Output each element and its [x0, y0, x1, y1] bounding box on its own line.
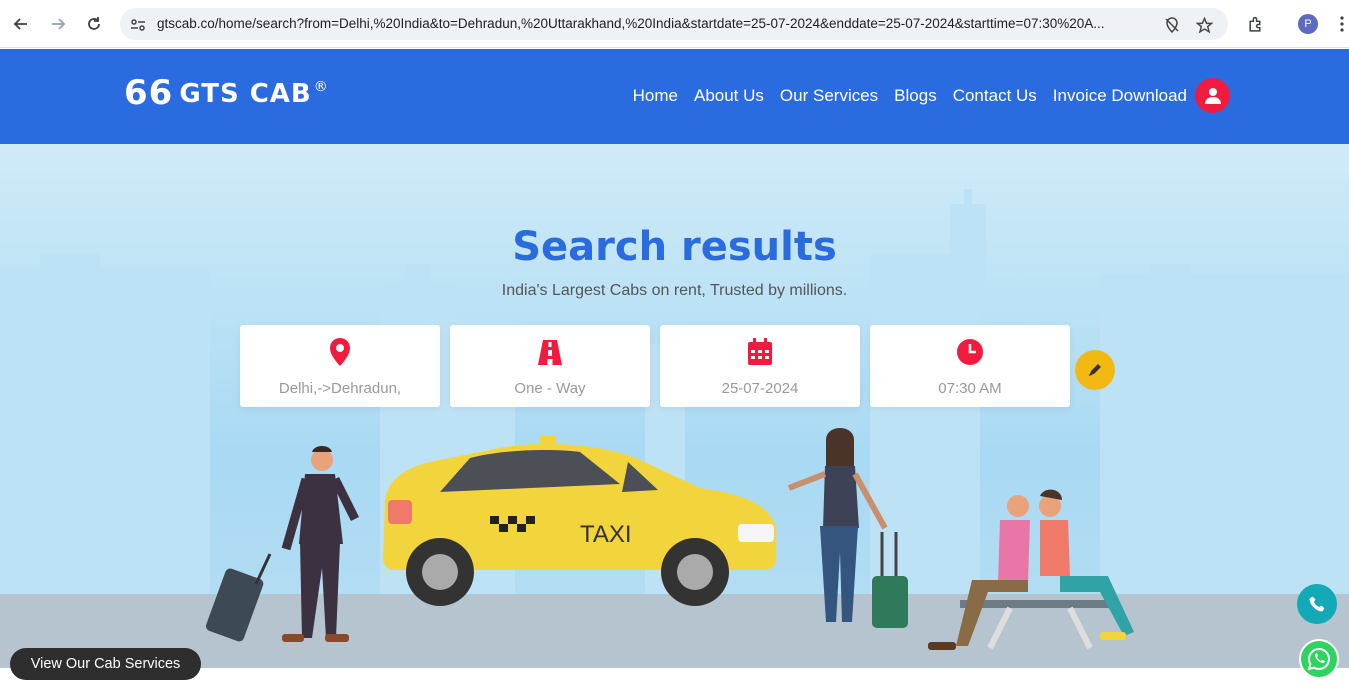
taxi-car: TAXI: [383, 436, 776, 606]
url-text[interactable]: gtscab.co/home/search?from=Delhi,%20Indi…: [157, 16, 1157, 31]
reload-icon[interactable]: [82, 12, 106, 36]
nav-home[interactable]: Home: [633, 86, 678, 106]
main-nav: Home About Us Our Services Blogs Contact…: [633, 86, 1187, 106]
site-header: 66 GTS CAB ® Home About Us Our Services …: [0, 49, 1349, 144]
page-bottom-strip: [0, 668, 1349, 693]
extensions-icon[interactable]: [1243, 12, 1267, 36]
whatsapp-button[interactable]: [1299, 639, 1339, 679]
browser-menu-icon[interactable]: [1330, 12, 1349, 36]
site-settings-icon[interactable]: [129, 16, 147, 34]
nav-invoice-download[interactable]: Invoice Download: [1053, 86, 1187, 106]
location-off-icon[interactable]: [1163, 16, 1181, 34]
taxi-scene-illustration: TAXI: [205, 428, 1134, 650]
businessman-figure: [205, 446, 360, 642]
user-icon: [1204, 88, 1221, 104]
logo-registered: ®: [313, 79, 329, 95]
nav-about-us[interactable]: About Us: [694, 86, 764, 106]
phone-icon: [1309, 596, 1325, 612]
nav-our-services[interactable]: Our Services: [780, 86, 878, 106]
call-button[interactable]: [1297, 584, 1337, 624]
bench-passengers-figure: [928, 489, 1134, 650]
taxi-sign-text: TAXI: [580, 521, 632, 548]
back-icon[interactable]: [9, 12, 33, 36]
bookmark-star-icon[interactable]: [1195, 16, 1213, 34]
nav-blogs[interactable]: Blogs: [894, 86, 937, 106]
site-logo[interactable]: 66 GTS CAB ®: [124, 73, 329, 113]
user-account-button[interactable]: [1195, 78, 1230, 113]
nav-contact-us[interactable]: Contact Us: [953, 86, 1037, 106]
woman-traveler-figure: [787, 428, 908, 628]
logo-text: GTS CAB: [179, 79, 312, 109]
view-cab-services-button[interactable]: View Our Cab Services: [10, 648, 201, 680]
profile-avatar[interactable]: P: [1298, 14, 1318, 34]
hero-section: Search results India's Largest Cabs on r…: [0, 144, 1349, 668]
forward-icon[interactable]: [46, 12, 70, 36]
logo-quote: 66: [124, 73, 174, 113]
whatsapp-icon: [1307, 647, 1330, 671]
address-bar[interactable]: gtscab.co/home/search?from=Delhi,%20Indi…: [120, 8, 1228, 40]
browser-toolbar: gtscab.co/home/search?from=Delhi,%20Indi…: [0, 0, 1349, 48]
